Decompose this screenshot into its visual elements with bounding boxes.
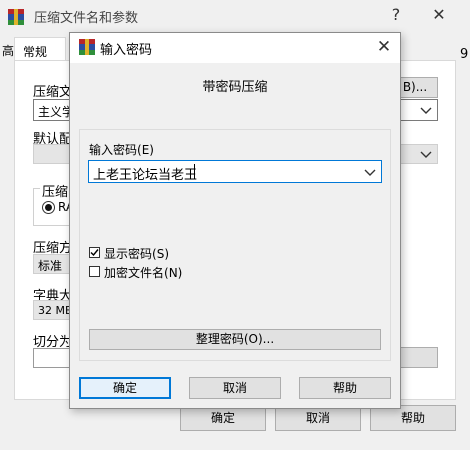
pwd-ok-label: 确定 — [112, 381, 137, 395]
pwd-heading: 带密码压缩 — [202, 80, 268, 95]
show-password-checkbox[interactable] — [89, 247, 100, 258]
bg-compression-method-value: 标准 — [38, 259, 63, 273]
password-dialog-title: 输入密码 — [100, 43, 153, 58]
show-password-label[interactable]: 显示密码(S) — [104, 245, 169, 262]
pwd-label-enter-password-text: 输入密码 — [89, 143, 138, 157]
organize-passwords-button[interactable]: 整理密码(O)... — [89, 329, 381, 350]
password-input[interactable]: 上老王论坛当老王 — [88, 160, 382, 183]
pwd-ok-button[interactable]: 确定 — [79, 377, 171, 399]
pwd-help-button[interactable]: 帮助 — [299, 377, 391, 399]
bg-label-archive-name: 压缩文 — [33, 85, 73, 100]
encrypt-filenames-key: (N) — [164, 266, 183, 280]
tab-general[interactable]: 常规 — [14, 37, 66, 61]
bg-cancel-label: 取消 — [305, 411, 330, 425]
bg-browse-label: B)... — [402, 80, 428, 94]
checkmark-icon — [90, 249, 99, 257]
password-chevron-down-icon[interactable] — [362, 164, 378, 180]
bg-radio-rar[interactable] — [42, 201, 55, 214]
pwd-label-enter-password-key: (E) — [137, 143, 154, 157]
bg-right-edge-char: 9 — [460, 47, 469, 62]
pwd-label-enter-password: 输入密码(E) — [89, 141, 154, 158]
organize-passwords-key: (O)... — [243, 332, 275, 346]
bg-archive-chevron-down-icon[interactable] — [418, 102, 434, 118]
bg-dialog-title: 压缩文件名和参数 — [34, 11, 139, 26]
show-password-key: (S) — [152, 247, 169, 261]
bg-split-field[interactable] — [33, 348, 73, 368]
bg-dictionary-value: 32 MB — [38, 304, 73, 317]
encrypt-filenames-label[interactable]: 加密文件名(N) — [104, 264, 182, 281]
pwd-cancel-button[interactable]: 取消 — [189, 377, 281, 399]
bg-format-group-label: 压缩 — [40, 181, 71, 200]
bg-compression-method-field[interactable]: 标准 — [33, 254, 73, 274]
pwd-close-icon[interactable]: ✕ — [375, 37, 393, 57]
winrar-logo-icon — [8, 9, 24, 25]
pwd-winrar-logo-icon — [79, 39, 95, 55]
pwd-cancel-label: 取消 — [222, 381, 247, 395]
password-input-value: 上老王论坛当老王 — [93, 168, 198, 183]
text-cursor — [194, 164, 195, 179]
bg-profile-chevron-down-icon[interactable] — [418, 146, 434, 162]
encrypt-filenames-checkbox[interactable] — [89, 266, 100, 277]
bg-tab-partial-left[interactable]: 高 — [2, 42, 14, 59]
bg-ok-label: 确定 — [210, 411, 235, 425]
encrypt-filenames-text: 加密文件名 — [104, 266, 165, 280]
bg-radio-rar-dot — [45, 204, 52, 211]
show-password-text: 显示密码 — [104, 247, 153, 261]
tab-general-label: 常规 — [23, 45, 48, 59]
bg-help-icon[interactable]: ? — [388, 5, 404, 25]
bg-help-label: 帮助 — [400, 411, 425, 425]
organize-passwords-text: 整理密码 — [195, 332, 244, 346]
pwd-help-label: 帮助 — [332, 381, 357, 395]
bg-dictionary-field[interactable]: 32 MB — [33, 300, 73, 320]
bg-close-icon[interactable]: ✕ — [430, 5, 448, 25]
